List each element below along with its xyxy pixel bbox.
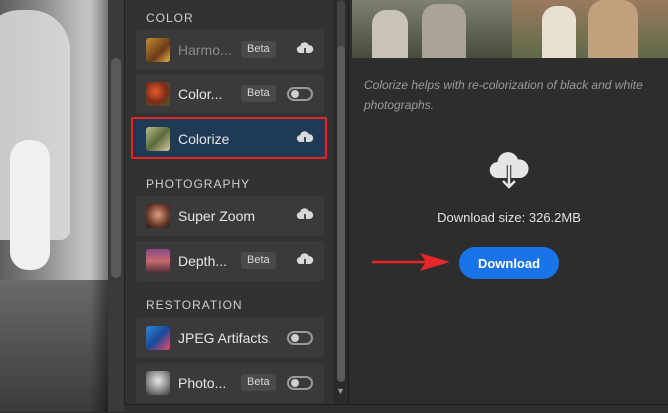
photo-restoration-thumbnail [146, 371, 170, 395]
filter-label: Super Zoom [178, 208, 256, 224]
selection-highlight [131, 117, 327, 159]
filter-label: Depth... [178, 253, 228, 269]
filter-item-color-transfer[interactable]: Color... Beta [136, 74, 324, 114]
filter-item-photo-restoration[interactable]: Photo... Beta [136, 363, 324, 403]
cloud-download-icon[interactable] [296, 253, 314, 269]
filter-label: JPEG Artifacts... [178, 330, 270, 346]
filter-item-harmonization[interactable]: Harmo... Beta [136, 30, 324, 70]
filter-item-jpeg-artifacts[interactable]: JPEG Artifacts... [136, 318, 324, 358]
scroll-down-arrow-icon[interactable]: ▼ [336, 386, 345, 396]
filter-toggle[interactable] [287, 376, 313, 390]
filter-item-depth-blur[interactable]: Depth... Beta [136, 241, 324, 281]
filter-item-super-zoom[interactable]: Super Zoom [136, 196, 324, 236]
filter-label: Harmo... [178, 42, 232, 58]
cloud-download-icon [489, 152, 529, 192]
cloud-download-icon[interactable] [296, 42, 314, 58]
photo-shade [90, 0, 108, 412]
section-title-photography: PHOTOGRAPHY [146, 177, 251, 191]
jpeg-artifacts-thumbnail [146, 326, 170, 350]
depth-blur-thumbnail [146, 249, 170, 273]
beta-badge: Beta [241, 374, 276, 391]
filter-label: Photo... [178, 375, 227, 391]
section-title-color: COLOR [146, 11, 194, 25]
section-title-restoration: RESTORATION [146, 298, 243, 312]
filter-preview-image [352, 0, 668, 58]
filter-toggle[interactable] [287, 87, 313, 101]
beta-badge: Beta [241, 41, 276, 58]
list-scrollbar[interactable]: ▼ [334, 0, 348, 404]
list-scrollbar-thumb[interactable] [337, 46, 345, 382]
beta-badge: Beta [241, 252, 276, 269]
super-zoom-thumbnail [146, 204, 170, 228]
color-transfer-thumbnail [146, 82, 170, 106]
harmonization-thumbnail [146, 38, 170, 62]
photo-figure [10, 140, 50, 270]
download-size: Download size: 326.2MB [437, 210, 581, 225]
red-arrow-icon [372, 253, 450, 271]
filter-details-panel: Colorize helps with re-colorization of b… [348, 0, 668, 404]
neural-filters-list: COLOR Harmo... Beta Color... Beta Colori… [124, 0, 335, 404]
photo-canvas [0, 0, 108, 412]
filter-description: Colorize helps with re-colorization of b… [364, 78, 643, 112]
beta-badge: Beta [241, 85, 276, 102]
cloud-download-icon[interactable] [296, 208, 314, 224]
canvas-scrollbar[interactable] [108, 0, 124, 412]
filter-toggle[interactable] [287, 331, 313, 345]
download-button[interactable]: Download [459, 247, 559, 279]
filter-label: Color... [178, 86, 223, 102]
canvas-scrollbar-thumb[interactable] [111, 58, 121, 278]
